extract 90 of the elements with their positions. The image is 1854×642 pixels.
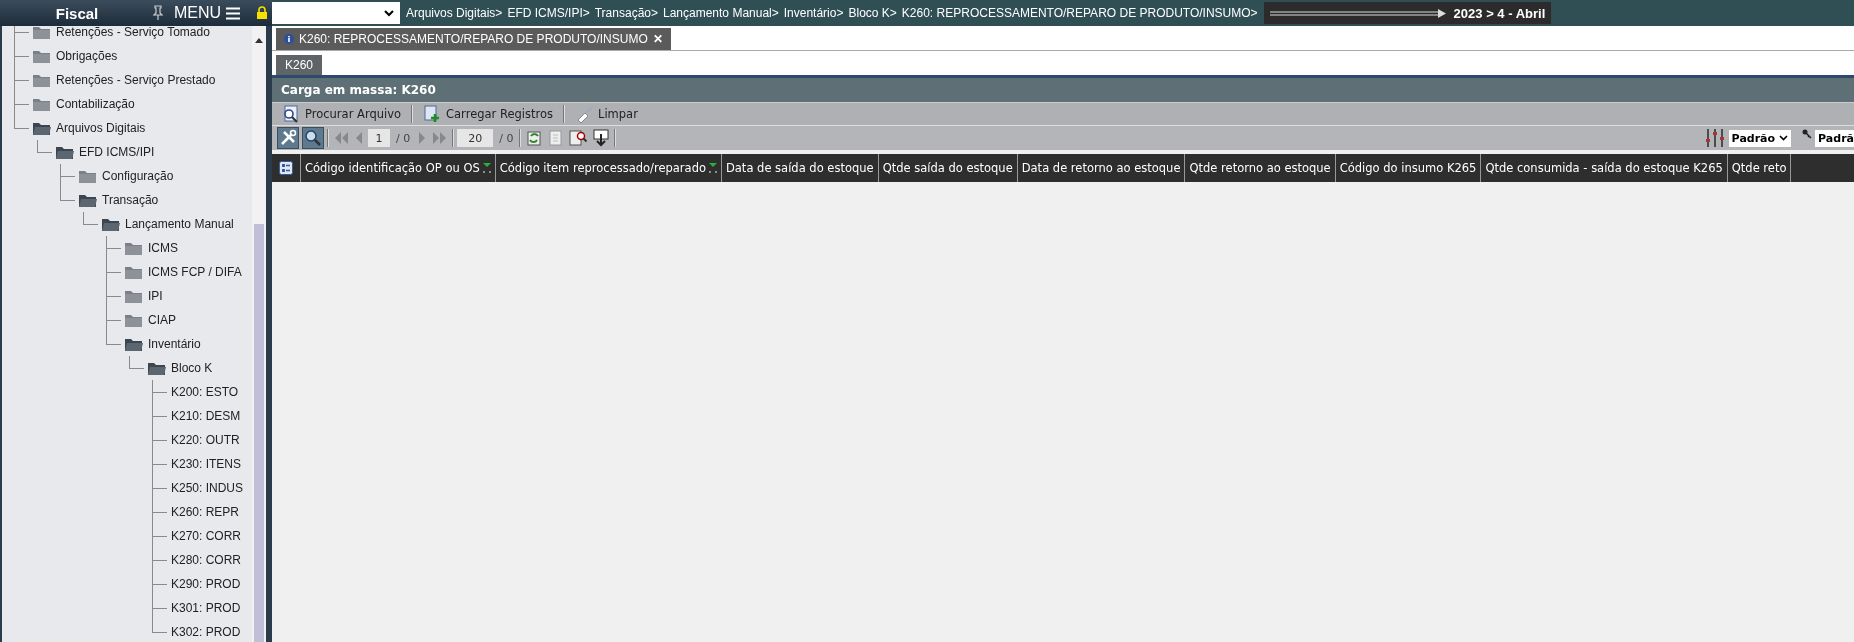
tree-item[interactable]: K290: PROD [167,577,241,591]
tree-item[interactable]: K210: DESM [167,409,241,423]
tree-item[interactable]: Obrigações [52,49,118,63]
previous-page-icon [354,131,364,145]
search-button[interactable] [302,127,324,149]
tree-item[interactable]: K250: INDUS [167,481,244,495]
breadcrumb-link[interactable]: EFD ICMS/IPI> [507,6,590,20]
lock-icon[interactable] [256,6,269,20]
action-button[interactable]: Procurar Arquivo [278,105,406,123]
column-header[interactable]: Qtde reto [1731,161,1787,175]
page-size-field[interactable]: 20 [457,129,494,147]
action-button[interactable]: Limpar [571,105,642,123]
tree-item[interactable]: Arquivos Digitais [52,121,146,135]
breadcrumb-link[interactable]: Inventário> [783,6,844,20]
tree-item[interactable]: Contabilização [52,97,135,111]
pin-icon[interactable] [152,5,164,21]
key-icon [1802,129,1813,139]
column-header[interactable]: Qtde saída do estoque [882,161,1013,175]
app-title: Fiscal [54,4,100,22]
search-document-button[interactable] [568,128,589,148]
tree-item[interactable]: K270: CORR [167,529,242,543]
tree-item[interactable]: CIAP [144,313,176,327]
action-button[interactable]: Carregar Registros [419,105,557,123]
first-page-icon [333,131,349,145]
document-icon [548,129,565,147]
tree-item[interactable]: Transação [98,193,159,207]
tree-item[interactable]: K260: REPR [167,505,240,519]
info-icon [284,34,294,44]
tree-item[interactable]: Retenções - Serviço Prestado [52,73,216,87]
tree-item[interactable]: K230: ITENS [167,457,242,471]
breadcrumb-link[interactable]: K260: REPROCESSAMENTO/REPARO DE PRODUTO/INSUMO> [901,6,1258,20]
tree-item[interactable]: ICMS [144,241,178,255]
page-total: / 0 [395,131,412,145]
scrollbar-thumb[interactable] [254,224,264,642]
chevron-down-icon [1779,135,1789,141]
period-indicator[interactable]: 2023 > 4 - Abril [1263,2,1552,24]
tree-item[interactable]: IPI [144,289,163,303]
period-label: 2023 > 4 - Abril [1453,5,1546,21]
column-header[interactable]: Data de retorno ao estoque [1021,161,1181,175]
column-header[interactable]: Qtde consumida - saída do estoque K265 [1485,161,1723,175]
scroll-up-icon[interactable] [255,38,263,43]
hamburger-icon [226,6,241,20]
search-icon [304,129,322,147]
last-page-icon [432,131,449,145]
document-tab[interactable]: K260: REPROCESSAMENTO/REPARO DE PRODUTO/INSUMO ✕ [276,28,671,50]
tree-item[interactable]: EFD ICMS/IPI [75,145,155,159]
tab-label: K260: REPROCESSAMENTO/REPARO DE PRODUTO/INSUMO [299,32,648,46]
tree-item[interactable]: K200: ESTO [167,385,239,399]
document-plus-icon [423,105,442,123]
tree-item[interactable]: Lançamento Manual [121,217,234,231]
export-button[interactable] [591,128,612,148]
panel-title: Carga em massa: K260 [272,78,1854,102]
tree-item[interactable]: K220: OUTR [167,433,240,447]
menu-button[interactable]: MENU [170,4,245,22]
document-search-icon [569,129,588,147]
tree-item[interactable]: Bloco K [167,361,213,375]
columns-icon [279,161,293,175]
refresh-icon [525,129,544,147]
scrollbar[interactable] [252,26,266,642]
long-arrow-icon [1269,8,1446,18]
breadcrumb-link[interactable]: Bloco K> [848,6,897,20]
view-select[interactable]: Padrão [1728,129,1792,147]
column-header[interactable]: Qtde retorno ao estoque [1189,161,1331,175]
column-header[interactable]: Data de saída do estoque [725,161,874,175]
column-header[interactable]: Código identificação OP ou OS [305,161,480,175]
breadcrumb-link[interactable]: Arquivos Digitais> [406,6,503,20]
tree-item[interactable]: Inventário [144,337,201,351]
sliders-icon[interactable] [1703,128,1726,148]
tree-item[interactable]: Retenções - Serviço Tomado [52,26,210,39]
tools-icon [279,129,297,147]
page-field[interactable]: 1 [368,129,390,147]
close-button[interactable]: ✕ [652,32,663,46]
select-value: Padrão [1731,131,1776,145]
next-page-icon [417,131,428,145]
tree-item[interactable]: K301: PROD [167,601,241,615]
tree-item[interactable]: K302: PROD [167,625,241,639]
chevron-down-icon [384,9,394,17]
document-search-icon [282,105,300,123]
tools-button[interactable] [277,127,299,149]
breadcrumb-link[interactable]: Transação> [594,6,658,20]
column-header[interactable]: Código item reprocessado/reparado [499,161,706,175]
tree-item[interactable]: ICMS FCP / DIFA [144,265,242,279]
eraser-icon [575,105,593,123]
download-icon [592,129,611,147]
tree-item[interactable]: K280: CORR [167,553,242,567]
tree-item[interactable]: Configuração [98,169,174,183]
record-total: / 0 [498,131,515,145]
breadcrumb-link[interactable]: Lançamento Manual> [663,6,779,20]
column-header[interactable]: Código do insumo K265 [1339,161,1477,175]
tab[interactable]: K260 [276,55,323,75]
